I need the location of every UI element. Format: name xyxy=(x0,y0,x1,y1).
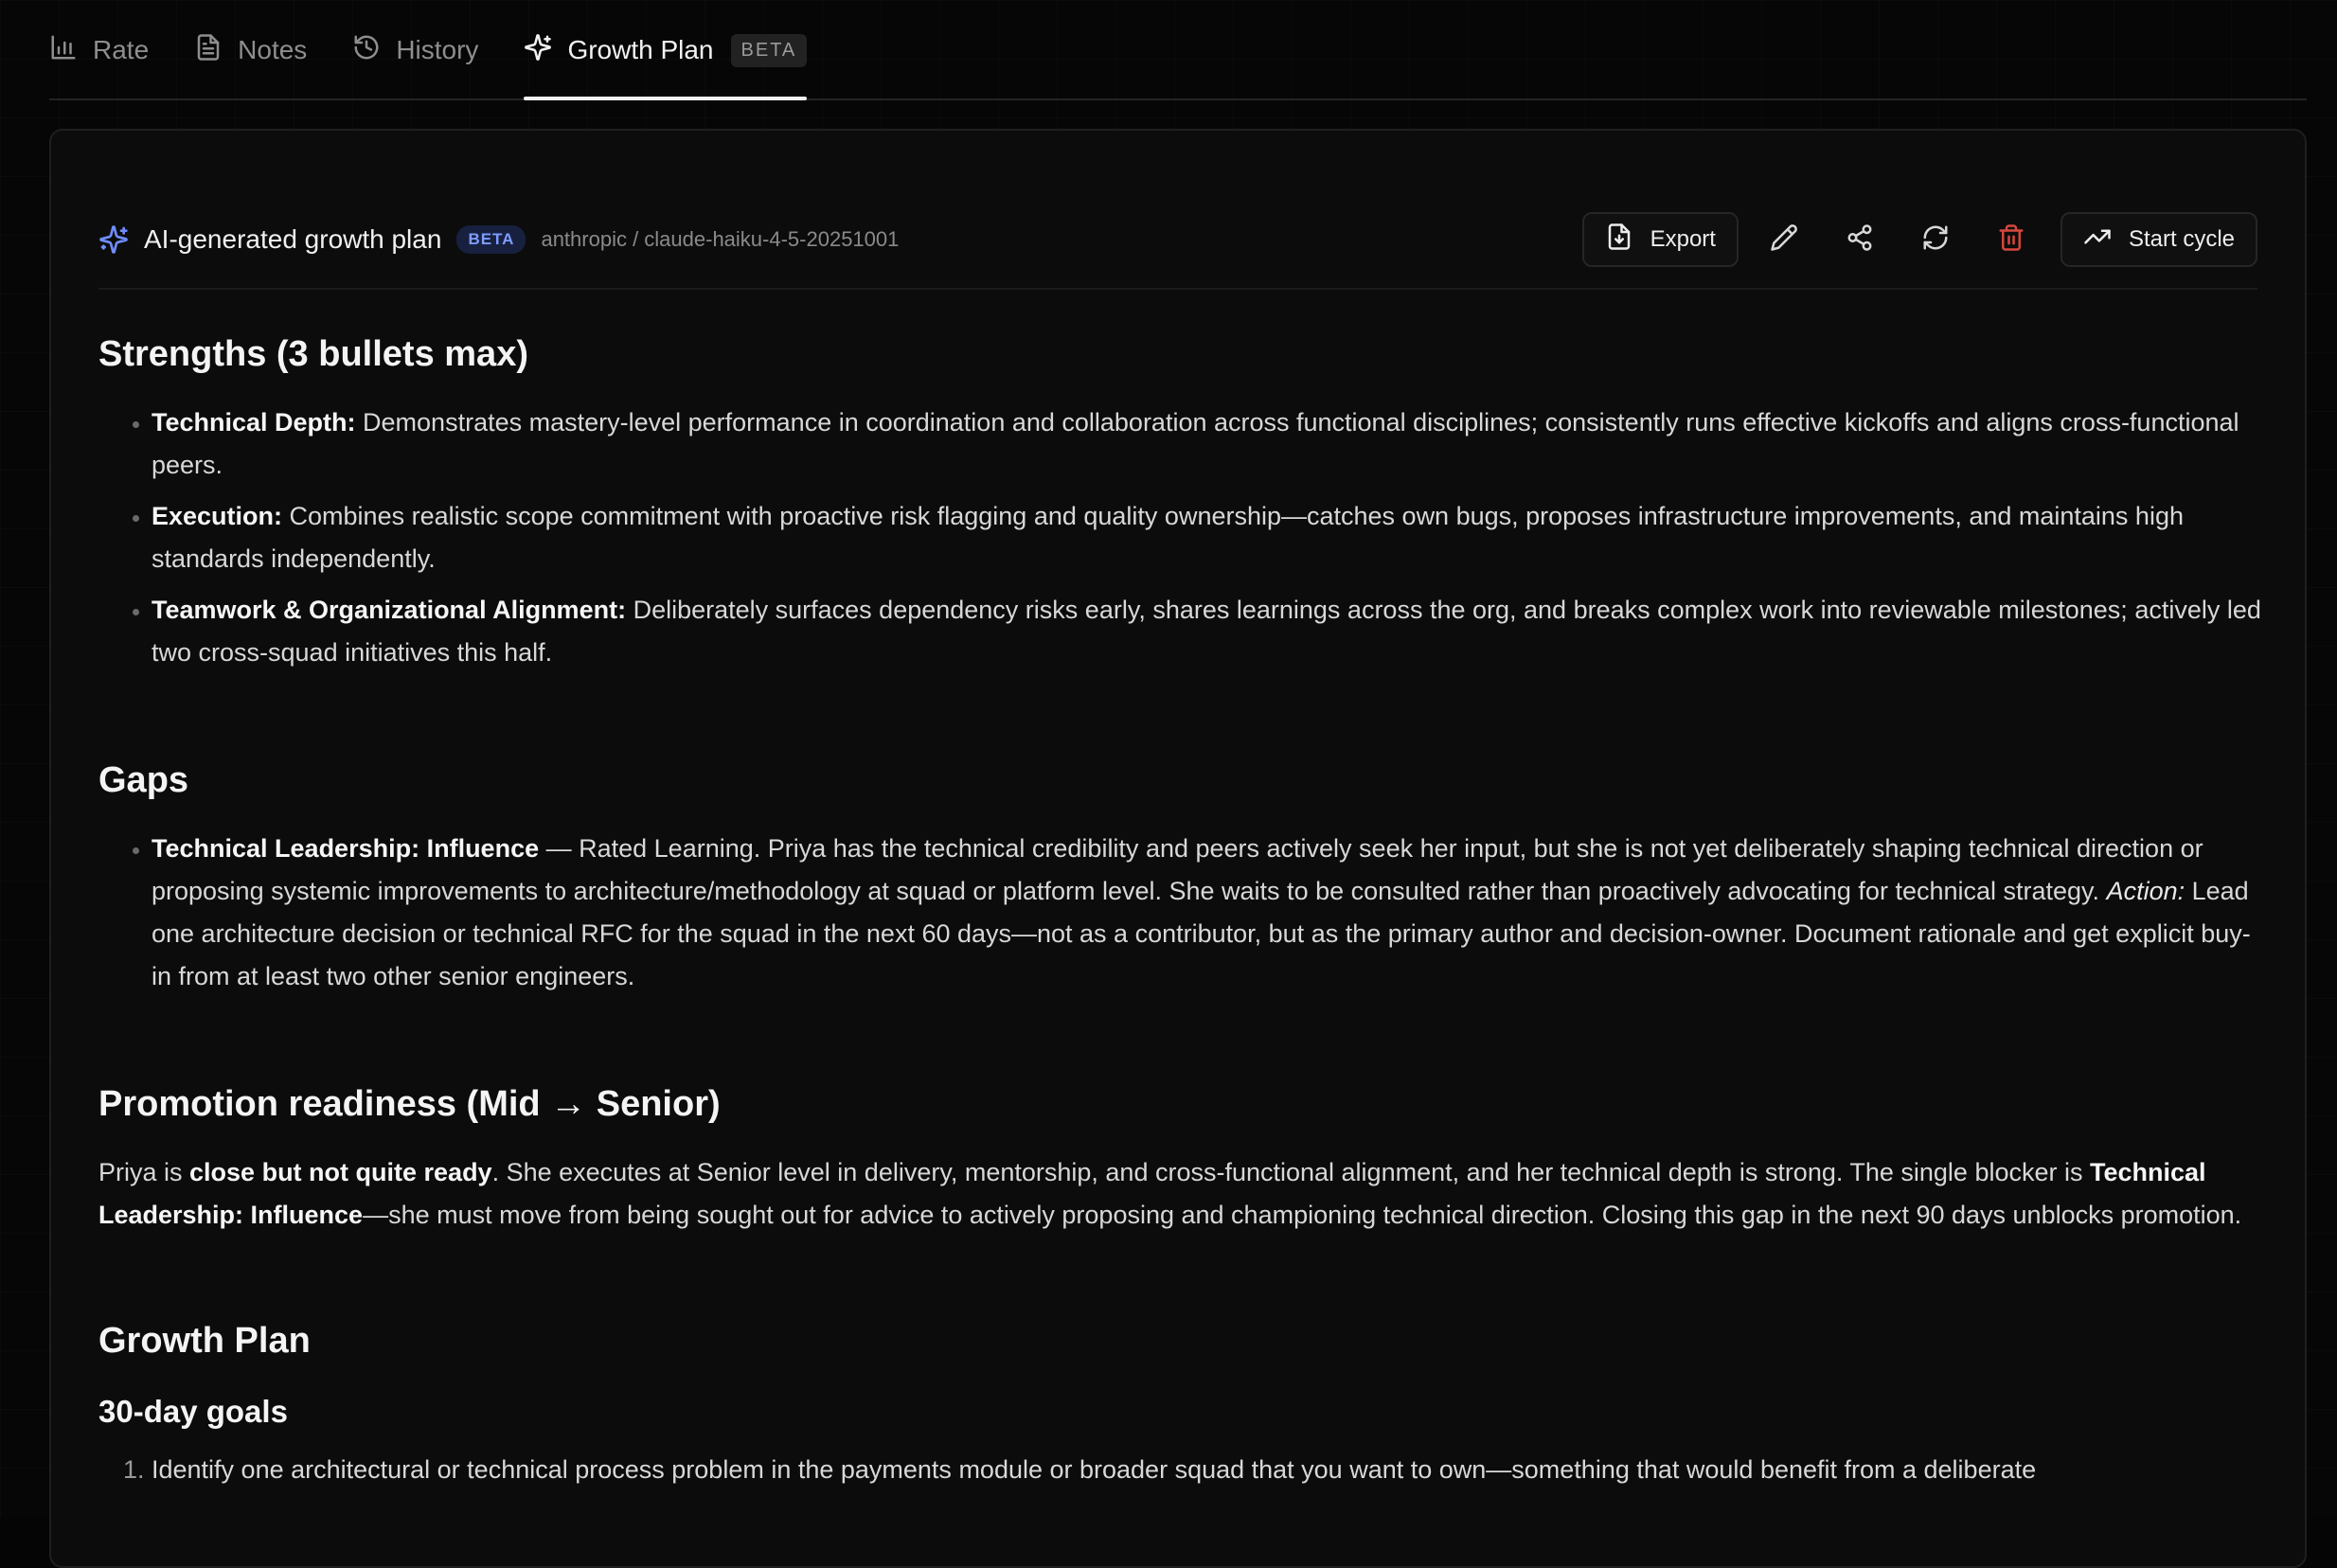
card-header: AI-generated growth plan BETA anthropic … xyxy=(98,212,2257,290)
action-label: Action: xyxy=(2106,877,2185,905)
start-cycle-button[interactable]: Start cycle xyxy=(2060,212,2257,267)
growth-plan-content: Strengths (3 bullets max) Technical Dept… xyxy=(98,326,2261,1566)
history-icon xyxy=(352,33,381,68)
list-item: Technical Depth: Demonstrates mastery-le… xyxy=(152,401,2261,487)
list-item: Execution: Combines realistic scope comm… xyxy=(152,495,2261,580)
gaps-list: Technical Leadership: Influence — Rated … xyxy=(98,828,2261,998)
list-item: Identify one architectural or technical … xyxy=(152,1449,2261,1491)
tab-notes[interactable]: Notes xyxy=(194,0,307,98)
item-label: Technical Depth: xyxy=(152,408,356,437)
tab-rate[interactable]: Rate xyxy=(49,0,149,98)
promotion-bold-1: close but not quite ready xyxy=(189,1158,492,1186)
start-cycle-label: Start cycle xyxy=(2128,226,2235,252)
growth-plan-heading: Growth Plan xyxy=(98,1321,311,1361)
trash-icon xyxy=(1997,223,2025,257)
refresh-icon xyxy=(1921,223,1950,257)
card-title-group: AI-generated growth plan BETA anthropic … xyxy=(98,212,899,267)
tab-growth-plan-label: Growth Plan xyxy=(567,35,714,64)
beta-badge: BETA xyxy=(730,33,808,67)
list-item: Technical Leadership: Influence — Rated … xyxy=(152,828,2261,998)
regenerate-button[interactable] xyxy=(1905,212,1966,267)
tab-history[interactable]: History xyxy=(352,0,478,98)
export-button[interactable]: Export xyxy=(1581,212,1739,267)
beta-badge: BETA xyxy=(456,225,526,254)
tab-rate-label: Rate xyxy=(93,35,150,64)
bar-chart-icon xyxy=(49,33,78,68)
document-icon xyxy=(194,33,223,68)
gaps-heading: Gaps xyxy=(98,760,189,800)
strengths-list: Technical Depth: Demonstrates mastery-le… xyxy=(98,401,2261,674)
growth-plan-card: AI-generated growth plan BETA anthropic … xyxy=(49,129,2307,1568)
promotion-text-1: Priya is xyxy=(98,1158,190,1186)
model-label: anthropic / claude-haiku-4-5-20251001 xyxy=(541,227,900,251)
item-label: Execution: xyxy=(152,502,283,530)
promotion-text-3: —she must move from being sought out for… xyxy=(363,1201,2242,1229)
card-actions: Export Start cycle xyxy=(1581,212,2257,267)
edit-button[interactable] xyxy=(1754,212,1814,267)
strengths-heading: Strengths (3 bullets max) xyxy=(98,334,528,374)
tab-bar: Rate Notes History Growth Plan BETA xyxy=(49,0,2307,100)
delete-button[interactable] xyxy=(1981,212,2042,267)
card-title: AI-generated growth plan xyxy=(144,224,442,254)
share-icon xyxy=(1846,223,1874,257)
tab-notes-label: Notes xyxy=(238,35,308,64)
tab-growth-plan[interactable]: Growth Plan BETA xyxy=(524,0,808,100)
item-label: Teamwork & Organizational Alignment: xyxy=(152,596,627,624)
promotion-paragraph: Priya is close but not quite ready. She … xyxy=(98,1151,2261,1237)
list-item: Teamwork & Organizational Alignment: Del… xyxy=(152,589,2261,674)
goals-list: Identify one architectural or technical … xyxy=(98,1449,2261,1491)
export-label: Export xyxy=(1650,226,1716,252)
sparkles-icon xyxy=(524,33,552,68)
goals-subheading: 30-day goals xyxy=(98,1394,288,1429)
pencil-icon xyxy=(1770,223,1798,257)
promotion-text-2: . She executes at Senior level in delive… xyxy=(491,1158,2090,1186)
item-text: Demonstrates mastery-level performance i… xyxy=(152,408,2239,479)
promotion-heading: Promotion readiness (Mid → Senior) xyxy=(98,1084,721,1124)
trending-up-icon xyxy=(2083,223,2112,258)
item-label: Technical Leadership: Influence xyxy=(152,834,540,863)
sparkles-icon xyxy=(98,224,129,255)
share-button[interactable] xyxy=(1829,212,1890,267)
tab-history-label: History xyxy=(396,35,479,64)
item-text: Combines realistic scope commitment with… xyxy=(152,502,2184,573)
file-download-icon xyxy=(1605,223,1633,258)
